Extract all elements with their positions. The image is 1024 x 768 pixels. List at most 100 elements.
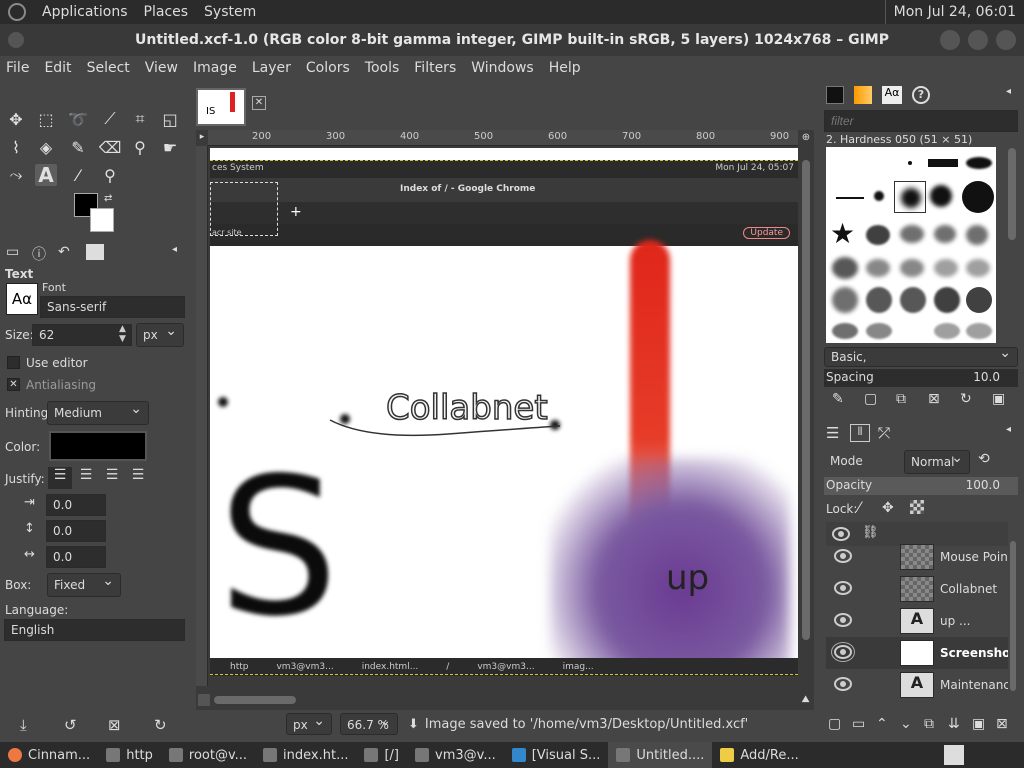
mode-reset-icon[interactable]: ⟲ — [978, 451, 990, 467]
menu-filters[interactable]: Filters — [414, 60, 456, 76]
menu-layer[interactable]: Layer — [252, 60, 291, 76]
brush-preset-select[interactable]: Basic, — [824, 346, 1018, 367]
brush-item[interactable] — [866, 259, 890, 277]
rect-select-tool-icon[interactable]: ⬚ — [35, 108, 57, 130]
configure-tab-icon[interactable]: ◂ — [172, 244, 177, 255]
navigation-icon[interactable]: ⯅ — [800, 692, 811, 708]
zoom-select[interactable]: 66.7 % — [340, 712, 398, 735]
layer-row[interactable]: A up ... — [826, 605, 1008, 637]
brush-star-icon[interactable]: ★ — [830, 217, 855, 250]
size-unit-select[interactable]: px — [136, 322, 184, 347]
fonts-tab-icon[interactable]: Aα — [882, 86, 902, 104]
menu-windows[interactable]: Windows — [471, 60, 534, 76]
maximize-button[interactable] — [968, 30, 988, 50]
brush-item[interactable] — [832, 257, 858, 279]
layers-dock-configure-icon[interactable]: ◂ — [1006, 424, 1011, 435]
task-root-folder[interactable]: [/] — [356, 742, 407, 768]
task-visual-studio[interactable]: [Visual S... — [504, 742, 609, 768]
vertical-ruler[interactable] — [196, 146, 208, 686]
brush-item[interactable] — [966, 323, 992, 339]
eraser-tool-icon[interactable]: ⌫ — [99, 136, 122, 158]
layers-tab-icon[interactable]: ☰ — [826, 424, 839, 442]
quick-mask-corner-icon[interactable]: ▸ — [196, 132, 208, 144]
opacity-slider[interactable]: Opacity 100.0 — [824, 477, 1018, 495]
color-picker-tool-icon[interactable]: ⁄ — [67, 164, 89, 186]
brush-item[interactable] — [966, 225, 988, 245]
close-button[interactable] — [996, 30, 1016, 50]
merge-layer-icon[interactable]: ⇊ — [948, 716, 960, 732]
menu-applications[interactable]: Applications — [42, 4, 128, 20]
hinting-select[interactable]: Medium — [47, 400, 149, 425]
line-spacing-input[interactable]: 0.0 — [46, 520, 106, 542]
brush-item[interactable] — [866, 323, 892, 339]
size-input[interactable]: 62 — [32, 324, 132, 346]
warp-tool-icon[interactable]: ⌇ — [5, 136, 27, 158]
brush-item[interactable] — [901, 188, 921, 208]
delete-options-icon[interactable]: ⊠ — [108, 716, 121, 734]
brush-item[interactable] — [866, 287, 892, 313]
duplicate-brush-icon[interactable]: ⧉ — [896, 391, 906, 407]
brush-item[interactable] — [934, 225, 956, 243]
menu-select[interactable]: Select — [87, 60, 130, 76]
brush-item[interactable] — [832, 323, 858, 339]
undo-history-tab-icon[interactable]: ↶ — [58, 244, 70, 260]
clock[interactable]: Mon Jul 24, 06:01 — [884, 0, 1024, 24]
eye-icon[interactable] — [831, 642, 855, 662]
tool-options-tab-icon[interactable]: ▭ — [6, 244, 19, 260]
brush-item[interactable] — [930, 185, 952, 207]
bucket-fill-tool-icon[interactable]: ◈ — [35, 136, 57, 158]
brush-item[interactable] — [966, 157, 992, 169]
help-tab-icon[interactable]: ? — [912, 86, 930, 104]
text-tool-icon[interactable]: A — [35, 163, 57, 187]
menu-image[interactable]: Image — [193, 60, 237, 76]
vertical-scrollbar[interactable] — [800, 150, 812, 686]
brush-item[interactable] — [900, 259, 924, 277]
zoom-tool-icon[interactable]: ⚲ — [99, 164, 121, 186]
brush-grid-scrollbar[interactable] — [1008, 148, 1016, 240]
brush-item[interactable] — [934, 287, 960, 313]
save-options-icon[interactable]: ⤓ — [20, 716, 27, 734]
brush-item[interactable] — [908, 161, 912, 165]
new-brush-icon[interactable]: ▢ — [864, 391, 877, 407]
eye-icon[interactable] — [834, 549, 852, 563]
lock-alpha-icon[interactable] — [910, 500, 924, 514]
delete-brush-icon[interactable]: ⊠ — [928, 391, 940, 407]
use-editor-checkbox[interactable] — [7, 356, 20, 369]
layer-mask-icon[interactable]: ▣ — [972, 716, 985, 732]
eye-icon[interactable] — [834, 613, 852, 627]
menu-edit[interactable]: Edit — [44, 60, 71, 76]
font-input[interactable]: Sans-serif — [40, 296, 185, 318]
layer-row[interactable]: A Maintenance — [826, 669, 1008, 701]
vertical-scroll-thumb[interactable] — [802, 160, 810, 640]
reset-options-icon[interactable]: ↻ — [154, 716, 167, 734]
image-canvas[interactable]: ces System Mon Jul 24, 05:07 Index of / … — [210, 148, 798, 676]
horizontal-ruler[interactable]: 200 300 400 500 600 700 800 900 — [208, 130, 798, 146]
transform-tool-icon[interactable]: ◱ — [159, 108, 181, 130]
task-root-terminal[interactable]: root@v... — [161, 742, 255, 768]
open-brush-as-image-icon[interactable]: ▣ — [992, 391, 1005, 407]
brush-item[interactable] — [934, 323, 960, 339]
justify-left-icon[interactable]: ☰ — [48, 467, 72, 489]
channels-tab-icon[interactable]: ⫴ — [850, 424, 870, 442]
duplicate-layer-icon[interactable]: ⧉ — [924, 716, 934, 732]
background-color-swatch[interactable] — [90, 208, 114, 232]
brush-item[interactable] — [900, 225, 924, 243]
horizontal-scroll-thumb[interactable] — [214, 696, 296, 704]
brush-item[interactable] — [934, 259, 958, 277]
menu-system[interactable]: System — [204, 4, 256, 20]
paths-tab-icon[interactable]: ⤱ — [878, 424, 890, 442]
close-image-tab-icon[interactable]: ✕ — [252, 96, 266, 110]
workspace-switcher[interactable] — [944, 745, 964, 765]
new-layer-group-icon[interactable]: ▭ — [852, 716, 865, 732]
brush-grid[interactable]: ★ — [826, 147, 996, 343]
brush-item[interactable] — [866, 225, 890, 245]
smudge-tool-icon[interactable]: ☛ — [159, 136, 181, 158]
brush-item[interactable] — [966, 287, 992, 313]
brush-selected-frame[interactable] — [894, 181, 926, 213]
delete-layer-icon[interactable]: ⊠ — [996, 716, 1008, 732]
font-preview-icon[interactable]: Aα — [6, 283, 38, 315]
clone-tool-icon[interactable]: ⚲ — [129, 136, 151, 158]
navigate-corner[interactable] — [198, 694, 210, 706]
images-tab-icon[interactable] — [86, 244, 104, 260]
task-add-remove[interactable]: Add/Re... — [712, 742, 806, 768]
